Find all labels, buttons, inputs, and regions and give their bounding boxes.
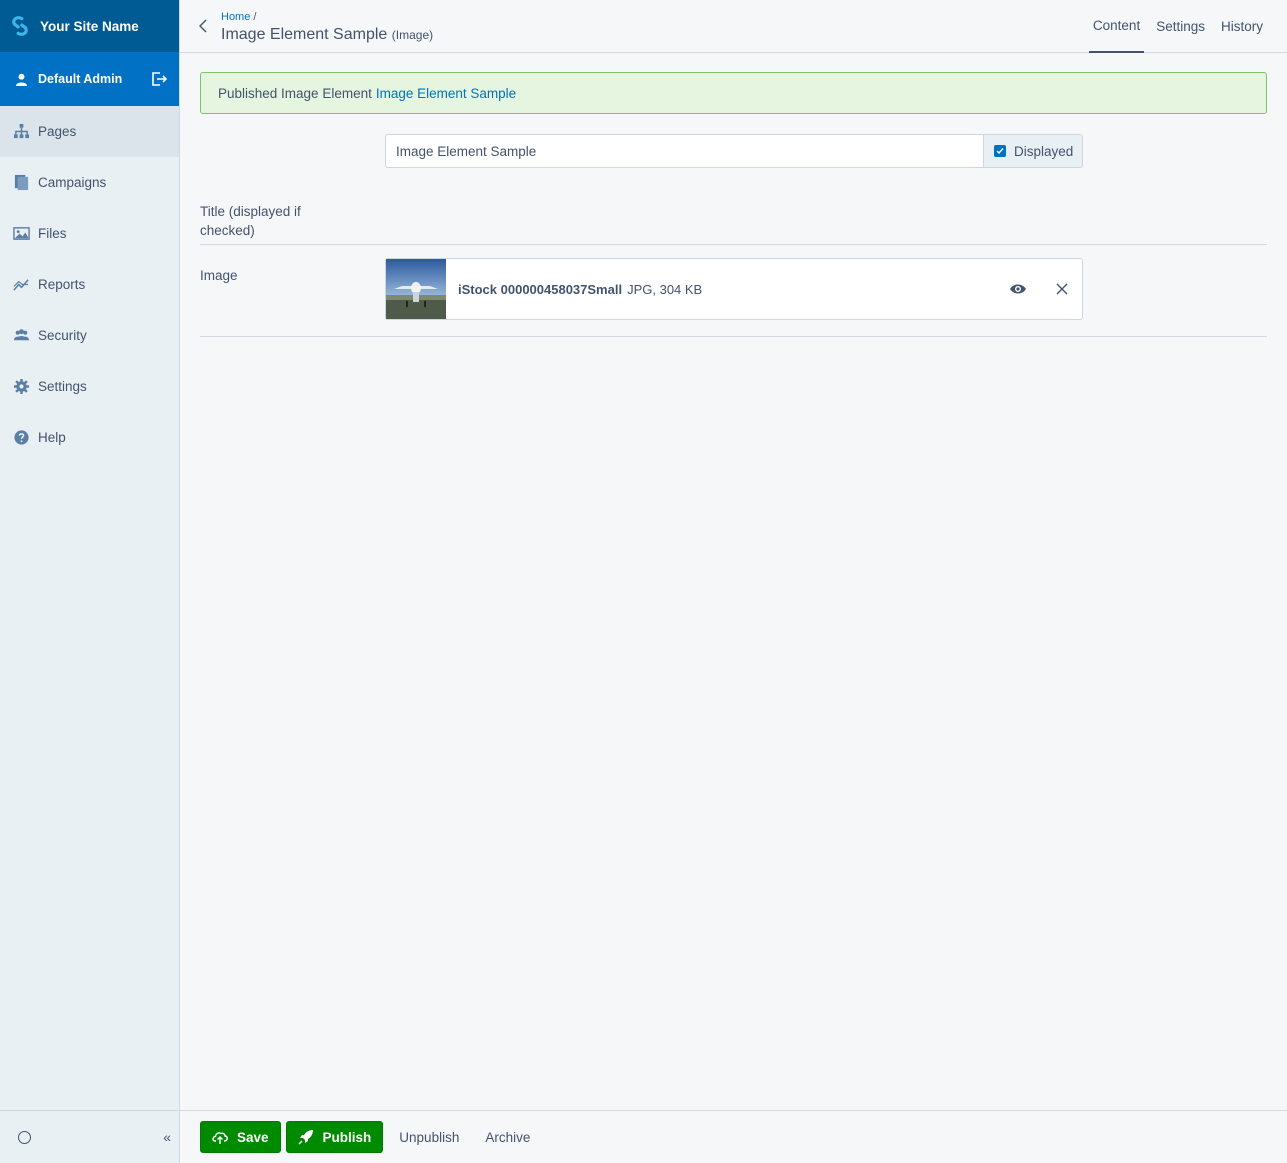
campaigns-icon bbox=[14, 174, 29, 191]
publish-label: Publish bbox=[322, 1129, 372, 1145]
status-circle-icon[interactable] bbox=[18, 1130, 31, 1144]
users-icon bbox=[13, 329, 30, 341]
check-icon bbox=[996, 148, 1004, 155]
save-label: Save bbox=[237, 1129, 269, 1145]
page-title-text: Image Element Sample bbox=[221, 26, 388, 43]
close-icon[interactable] bbox=[1056, 283, 1068, 295]
help-icon bbox=[14, 430, 29, 445]
sidebar: Your Site Name Default Admin Pages Campa… bbox=[0, 0, 180, 1163]
sidebar-item-campaigns[interactable]: Campaigns bbox=[0, 157, 179, 208]
main-content: Published Image Element Image Element Sa… bbox=[200, 72, 1267, 337]
file-meta: JPG, 304 KB bbox=[627, 281, 703, 297]
sidebar-item-settings[interactable]: Settings bbox=[0, 361, 179, 412]
sidebar-item-help[interactable]: Help bbox=[0, 412, 179, 463]
silverstripe-logo-icon bbox=[12, 16, 28, 36]
chart-line-icon bbox=[13, 279, 29, 291]
page-type: (Image) bbox=[391, 28, 434, 42]
tab-settings[interactable]: Settings bbox=[1148, 0, 1213, 53]
breadcrumb-home-link[interactable]: Home bbox=[221, 11, 250, 23]
sidebar-item-label: Security bbox=[38, 328, 87, 343]
eye-icon[interactable] bbox=[1009, 282, 1027, 296]
cloud-upload-icon bbox=[212, 1132, 228, 1144]
logout-icon[interactable] bbox=[151, 71, 167, 87]
user-name[interactable]: Default Admin bbox=[38, 72, 122, 86]
back-chevron-icon[interactable] bbox=[196, 17, 210, 35]
action-bar: Save Publish Unpublish Archive bbox=[180, 1110, 1287, 1163]
unpublish-button[interactable]: Unpublish bbox=[399, 1130, 459, 1145]
image-thumbnail[interactable] bbox=[386, 259, 446, 319]
title-field-label: Title (displayed if checked) bbox=[200, 204, 301, 238]
user-icon bbox=[15, 73, 28, 86]
breadcrumb: Home / bbox=[221, 11, 256, 23]
sidebar-footer: « bbox=[0, 1110, 179, 1163]
title-input-group: Displayed bbox=[385, 134, 1083, 168]
gear-icon bbox=[13, 378, 30, 395]
alert-text: Published Image Element bbox=[218, 85, 372, 101]
breadcrumb-separator: / bbox=[253, 11, 257, 23]
success-alert: Published Image Element Image Element Sa… bbox=[200, 72, 1267, 114]
displayed-checkbox-group[interactable]: Displayed bbox=[983, 134, 1083, 168]
tab-bar: Content Settings History bbox=[1088, 0, 1287, 53]
sidebar-item-label: Campaigns bbox=[38, 175, 107, 190]
image-file-card[interactable]: iStock 000000458037Small JPG, 304 KB bbox=[385, 258, 1083, 320]
sidebar-item-pages[interactable]: Pages bbox=[0, 106, 179, 157]
alert-link[interactable]: Image Element Sample bbox=[376, 86, 516, 101]
displayed-label: Displayed bbox=[1014, 143, 1074, 159]
image-field-label: Image bbox=[200, 268, 238, 283]
file-name: iStock 000000458037Small bbox=[458, 281, 623, 297]
collapse-sidebar-button[interactable]: « bbox=[163, 1129, 171, 1145]
sidebar-item-label: Settings bbox=[38, 379, 87, 394]
page-header: Home / Image Element Sample (Image) Cont… bbox=[180, 0, 1287, 53]
user-bar[interactable]: Default Admin bbox=[0, 52, 179, 106]
brand-bar[interactable]: Your Site Name bbox=[0, 0, 179, 52]
sidebar-item-label: Help bbox=[38, 430, 66, 445]
tab-content[interactable]: Content bbox=[1088, 0, 1145, 53]
rocket-icon bbox=[298, 1130, 313, 1145]
sitemap-icon bbox=[13, 123, 30, 139]
site-name: Your Site Name bbox=[40, 18, 139, 34]
tab-history[interactable]: History bbox=[1213, 0, 1271, 53]
archive-button[interactable]: Archive bbox=[485, 1130, 530, 1145]
sidebar-item-label: Reports bbox=[38, 277, 86, 292]
publish-button[interactable]: Publish bbox=[285, 1121, 384, 1153]
sidebar-item-files[interactable]: Files bbox=[0, 208, 179, 259]
sidebar-item-reports[interactable]: Reports bbox=[0, 259, 179, 310]
image-icon bbox=[13, 227, 30, 240]
sidebar-item-label: Files bbox=[38, 226, 67, 241]
page-title: Image Element Sample (Image) bbox=[221, 26, 433, 44]
image-field-row: Image iStock 000000458037Small JPG, 304 … bbox=[200, 245, 1267, 337]
displayed-checkbox[interactable] bbox=[994, 145, 1006, 157]
title-input[interactable] bbox=[385, 134, 983, 168]
sidebar-item-security[interactable]: Security bbox=[0, 310, 179, 361]
save-button[interactable]: Save bbox=[200, 1121, 281, 1153]
sidebar-item-label: Pages bbox=[38, 124, 77, 139]
